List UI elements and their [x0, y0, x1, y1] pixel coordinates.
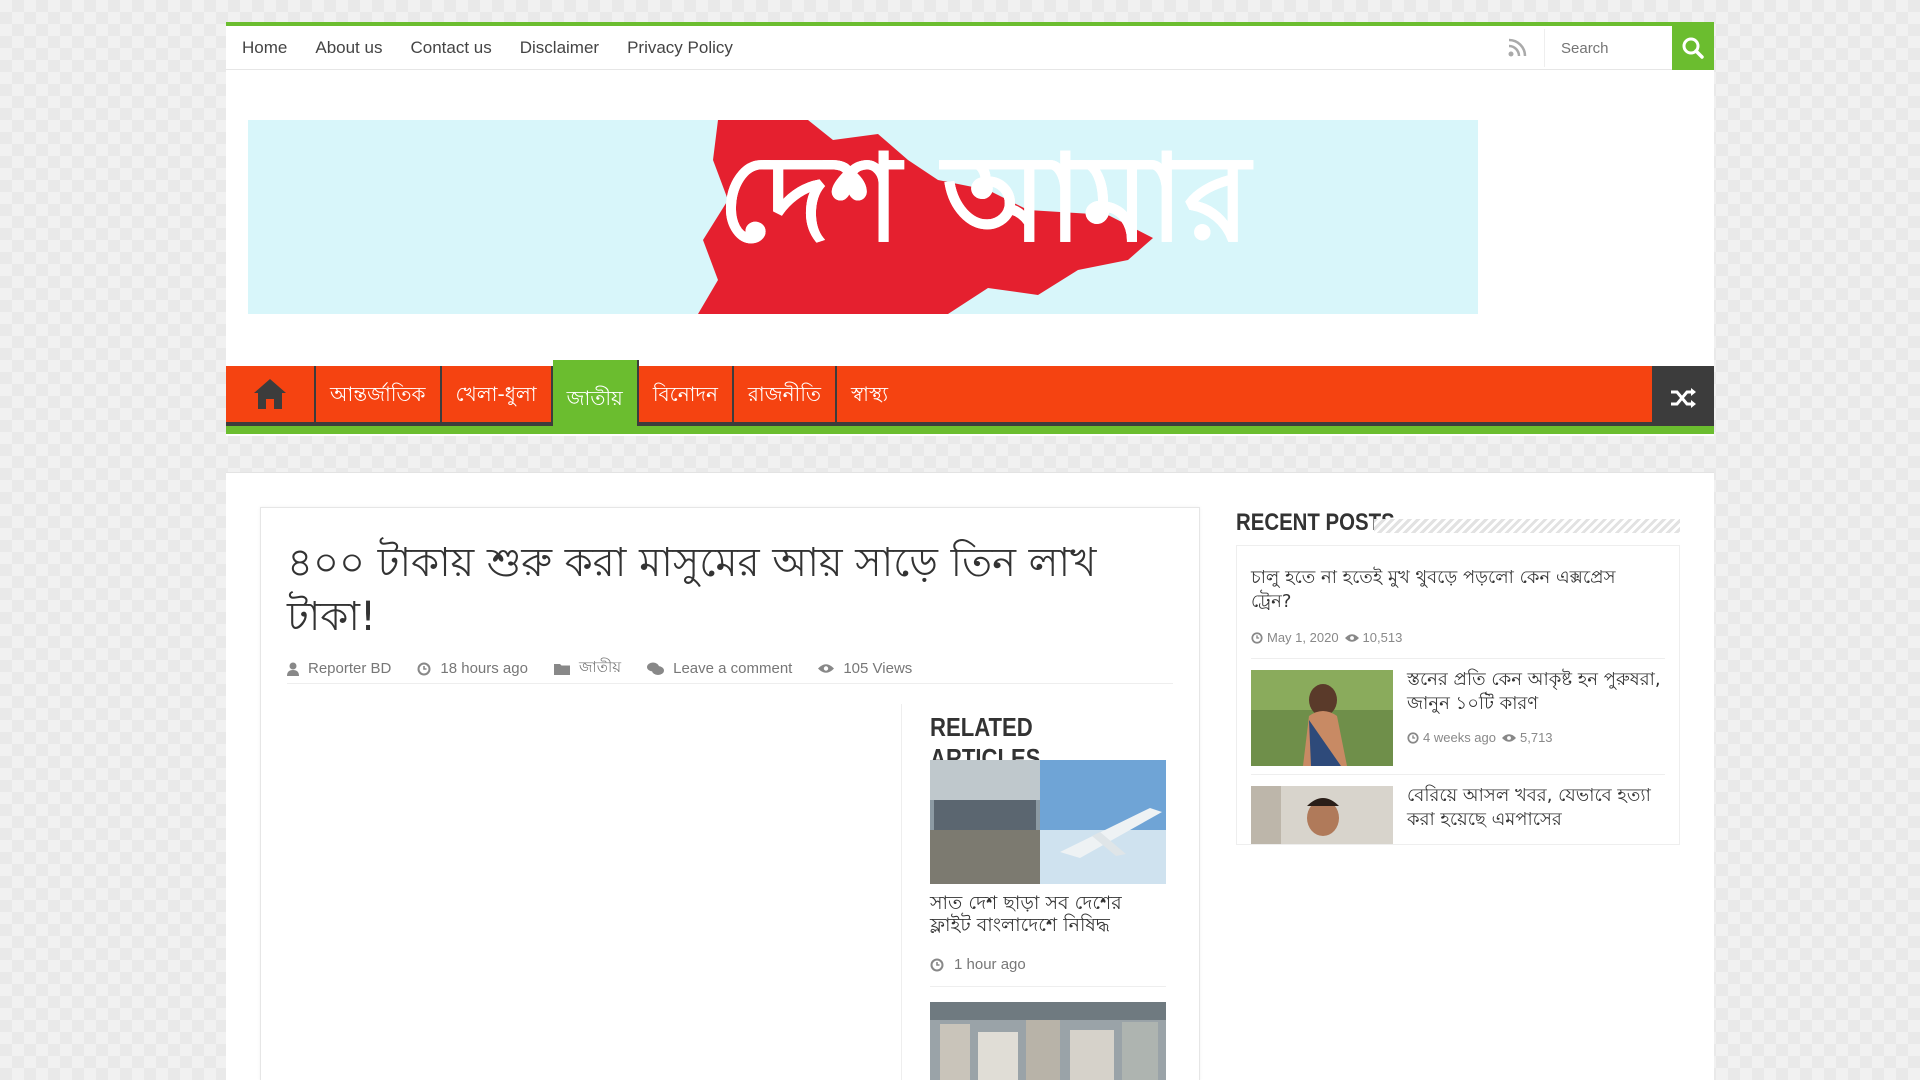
logo-banner[interactable]: দেশ আমার	[248, 120, 1478, 314]
top-nav-disclaimer[interactable]: Disclaimer	[506, 26, 613, 70]
recent-post-date: May 1, 2020	[1267, 630, 1339, 645]
recent-post-views: 5,713	[1520, 730, 1553, 745]
clock-icon	[1407, 731, 1419, 744]
recent-post-title[interactable]: বেরিয়ে আসল খবর, যেভাবে হত্যা করা হয়েছে…	[1407, 784, 1667, 832]
meta-views: 105 Views	[818, 660, 912, 677]
recent-post-thumb[interactable]	[1251, 786, 1393, 844]
content-area: ৪০০ টাকায় শুরু করা মাসুমের আয় সাড়ে তি…	[226, 472, 1714, 1080]
recent-post-meta: 4 weeks ago 5,713	[1407, 730, 1553, 745]
meta-comments[interactable]: Leave a comment	[647, 660, 792, 677]
folder-icon	[553, 664, 570, 675]
clock-icon	[417, 662, 431, 675]
recent-post-title[interactable]: চালু হতে না হতেই মুখ থুবড়ে পড়লো কেন এক…	[1251, 566, 1661, 614]
nav-item-health[interactable]: স্বাস্থ্য	[837, 366, 902, 422]
meta-category[interactable]: জাতীয়	[553, 656, 622, 681]
related-thumb-airport[interactable]	[930, 760, 1166, 884]
nav-item-national[interactable]: জাতীয়	[552, 360, 639, 432]
post-time: 18 hours ago	[440, 660, 528, 677]
recent-post-views: 10,513	[1362, 630, 1403, 645]
related-item-time: 1 hour ago	[930, 956, 1026, 973]
related-item-title[interactable]: সাত দেশ ছাড়া সব দেশের ফ্লাইট বাংলাদেশে …	[930, 892, 1166, 936]
main-nav-bar: আন্তর্জাতিক খেলা-ধুলা জাতীয় বিনোদন রাজন…	[226, 360, 1714, 432]
nav-items: আন্তর্জাতিক খেলা-ধুলা জাতীয় বিনোদন রাজন…	[316, 360, 902, 432]
home-icon	[254, 379, 286, 409]
search-input[interactable]	[1544, 29, 1672, 67]
eye-icon	[1344, 633, 1359, 642]
recent-post-date: 4 weeks ago	[1423, 730, 1496, 745]
top-nav-home[interactable]: Home	[228, 26, 301, 70]
top-nav-privacy[interactable]: Privacy Policy	[613, 26, 747, 70]
rss-icon[interactable]	[1506, 37, 1528, 59]
random-post-button[interactable]	[1652, 366, 1714, 430]
user-icon	[287, 662, 299, 676]
comments-link: Leave a comment	[673, 660, 793, 677]
related-thumb-city[interactable]	[930, 1002, 1166, 1080]
recent-posts-list: চালু হতে না হতেই মুখ থুবড়ে পড়লো কেন এক…	[1236, 545, 1680, 845]
top-nav: Home About us Contact us Disclaimer Priv…	[228, 26, 747, 70]
heading-stripes	[1374, 519, 1680, 533]
comments-icon	[647, 662, 665, 675]
eye-icon	[1502, 733, 1516, 742]
nav-item-entertainment[interactable]: বিনোদন	[639, 366, 734, 422]
site-header: দেশ আমার	[226, 70, 1714, 362]
recent-divider	[1251, 774, 1665, 775]
nav-item-politics[interactable]: রাজনীতি	[734, 366, 837, 422]
recent-post-thumb[interactable]	[1251, 670, 1393, 766]
post-category: জাতীয়	[578, 658, 622, 676]
views-count: 105 Views	[843, 660, 913, 677]
meta-author[interactable]: Reporter BD	[287, 660, 391, 677]
main-nav: আন্তর্জাতিক খেলা-ধুলা জাতীয় বিনোদন রাজন…	[226, 360, 1714, 436]
top-nav-contact[interactable]: Contact us	[396, 26, 505, 70]
eye-icon	[818, 664, 835, 673]
recent-post-title[interactable]: স্তনের প্রতি কেন আকৃষ্ট হন পুরুষরা, জানু…	[1407, 668, 1667, 716]
article-meta: Reporter BD 18 hours ago জাতীয় Leave a …	[287, 654, 1173, 684]
page-wrapper: Home About us Contact us Disclaimer Priv…	[226, 22, 1714, 1080]
related-articles: RELATED ARTICLES সাত দেশ ছাড়া সব দেশের …	[901, 704, 1173, 1080]
nav-item-sports[interactable]: খেলা-ধুলা	[442, 366, 553, 422]
shuffle-icon	[1671, 388, 1696, 408]
related-divider	[930, 986, 1166, 987]
top-nav-about[interactable]: About us	[301, 26, 396, 70]
recent-post-meta: May 1, 2020 10,513	[1251, 630, 1402, 645]
nav-item-international[interactable]: আন্তর্জাতিক	[316, 366, 442, 422]
search-button[interactable]	[1672, 26, 1714, 70]
article: ৪০০ টাকায় শুরু করা মাসুমের আয় সাড়ে তি…	[260, 507, 1200, 1080]
nav-underline	[226, 426, 1714, 434]
recent-posts-heading: RECENT POSTS	[1236, 509, 1395, 536]
related-time-text: 1 hour ago	[954, 956, 1026, 973]
nav-home-button[interactable]	[226, 366, 316, 422]
top-bar: Home About us Contact us Disclaimer Priv…	[226, 22, 1714, 70]
clock-icon	[930, 958, 944, 971]
recent-divider	[1251, 658, 1665, 659]
clock-icon	[1251, 631, 1263, 644]
article-title: ৪০০ টাকায় শুরু করা মাসুমের আয় সাড়ে তি…	[287, 540, 1097, 640]
search-icon	[1682, 37, 1704, 59]
meta-time: 18 hours ago	[417, 660, 528, 677]
author-name: Reporter BD	[308, 660, 392, 677]
logo-text: দেশ আমার	[718, 130, 1250, 269]
